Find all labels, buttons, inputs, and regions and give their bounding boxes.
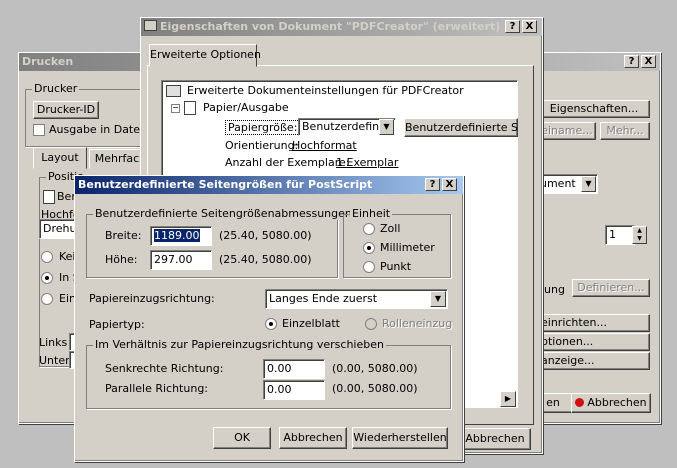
collapse-icon[interactable]: − bbox=[171, 104, 180, 113]
tree-scroll-right-button[interactable]: ▶ bbox=[500, 391, 516, 407]
offset-group-label: Im Verhältnis zur Papiereinzugsrichtung … bbox=[93, 338, 386, 351]
perpendicular-range: (0.00, 5080.00) bbox=[332, 362, 418, 375]
dimensions-group: Benutzerdefinierte Seitengrößenabmessung… bbox=[86, 207, 354, 278]
print-help-button[interactable]: ? bbox=[624, 55, 639, 68]
links-label: Links bbox=[39, 336, 68, 349]
properties-title-text: Eigenschaften von Dokument "PDFCreator" … bbox=[160, 20, 501, 33]
cancel-button[interactable]: Abbrechen bbox=[279, 427, 347, 449]
perpendicular-label: Senkrechte Richtung: bbox=[105, 362, 224, 375]
paper-type-label: Papiertyp: bbox=[89, 318, 145, 331]
print-cancel-button[interactable]: Abbrechen bbox=[571, 393, 651, 413]
unit-zoll-radio[interactable] bbox=[363, 223, 375, 235]
output-to-file-checkbox[interactable] bbox=[33, 124, 45, 136]
copies-spinner[interactable]: ▲ ▼ bbox=[632, 226, 647, 244]
paper-icon bbox=[184, 101, 196, 115]
copies-input[interactable]: 1 bbox=[605, 225, 635, 245]
custom-close-button[interactable]: X bbox=[442, 178, 457, 191]
cancel-icon bbox=[575, 398, 585, 407]
width-input[interactable]: 1189.00 bbox=[150, 226, 212, 246]
radio-in-seite[interactable] bbox=[41, 272, 53, 284]
custom-page-size-dialog: Benutzerdefinierte Seitengrößen für Post… bbox=[74, 175, 464, 462]
tab-layout[interactable]: Layout bbox=[33, 147, 87, 169]
properties-dialog-title: Eigenschaften von Dokument "PDFCreator" … bbox=[141, 18, 542, 36]
paper-size-label: Papiergröße: bbox=[225, 120, 301, 135]
ok-button[interactable]: OK bbox=[213, 427, 271, 449]
single-sheet-radio[interactable] bbox=[265, 318, 277, 330]
printer-id-button[interactable]: Drucker-ID bbox=[33, 101, 99, 119]
paper-size-dropdown-button[interactable]: ▼ bbox=[379, 119, 394, 135]
feed-direction-dropdown-button[interactable]: ▼ bbox=[430, 291, 446, 307]
roll-feed-radio[interactable] bbox=[365, 318, 377, 330]
unit-punkt-radio[interactable] bbox=[363, 261, 375, 273]
more-button[interactable]: Mehr... bbox=[600, 122, 650, 140]
tree-paper-label: Papier/Ausgabe bbox=[203, 101, 289, 114]
unit-zoll-label: Zoll bbox=[380, 222, 401, 235]
width-input-value: 1189.00 bbox=[154, 229, 200, 242]
radio-einpassen[interactable] bbox=[41, 293, 53, 305]
restore-button[interactable]: Wiederherstellen bbox=[352, 427, 448, 449]
single-sheet-label: Einzelblatt bbox=[282, 317, 340, 330]
radio-keine[interactable] bbox=[41, 251, 53, 263]
width-label: Breite: bbox=[105, 229, 142, 242]
height-input[interactable]: 297.00 bbox=[150, 250, 212, 270]
document-dropdown-button[interactable]: ▼ bbox=[581, 176, 596, 192]
print-close-button[interactable]: X bbox=[641, 55, 656, 68]
custom-help-button[interactable]: ? bbox=[425, 178, 440, 191]
width-range: (25.40, 5080.00) bbox=[219, 229, 312, 242]
parallel-range: (0.00, 5080.00) bbox=[332, 382, 418, 395]
dimensions-group-label: Benutzerdefinierte Seitengrößenabmessung… bbox=[93, 207, 354, 220]
filename-button[interactable]: einame... bbox=[538, 122, 596, 140]
unit-group-label: Einheit bbox=[350, 207, 393, 220]
properties-button[interactable]: Eigenschaften... bbox=[538, 100, 650, 118]
feed-direction-label: Papiereinzugsrichtung: bbox=[89, 292, 215, 305]
unit-punkt-label: Punkt bbox=[380, 260, 412, 273]
copies-label: Anzahl der Exemplare: bbox=[225, 156, 350, 169]
properties-close-button[interactable]: X bbox=[522, 20, 537, 33]
height-range: (25.40, 5080.00) bbox=[219, 253, 312, 266]
printer-group-label: Drucker bbox=[32, 82, 80, 95]
copies-value[interactable]: 1 Exemplar bbox=[336, 156, 398, 169]
properties-cancel-button[interactable]: Abbrechen bbox=[459, 428, 531, 450]
custom-dialog-title: Benutzerdefinierte Seitengrößen für Post… bbox=[75, 176, 463, 194]
orientation-label: Orientierung: bbox=[225, 139, 299, 152]
unit-mm-label: Millimeter bbox=[380, 241, 435, 254]
orientation-value[interactable]: Hochformat bbox=[292, 139, 357, 152]
custom-size-button[interactable]: Benutzerdefinierte Sei bbox=[404, 118, 518, 137]
unten-label: Unten bbox=[39, 354, 73, 367]
feed-direction-select[interactable]: Langes Ende zuerst bbox=[265, 289, 448, 309]
printer-icon bbox=[144, 20, 157, 31]
print-cancel-label: Abbrechen bbox=[587, 396, 647, 409]
properties-help-button[interactable]: ? bbox=[505, 20, 520, 33]
height-label: Höhe: bbox=[105, 253, 138, 266]
parallel-input[interactable]: 0.00 bbox=[263, 380, 325, 400]
printer-tree-icon bbox=[166, 85, 181, 97]
output-to-file-label: Ausgabe in Datei: bbox=[49, 123, 147, 136]
perpendicular-input[interactable]: 0.00 bbox=[263, 359, 325, 379]
document-icon bbox=[43, 190, 55, 204]
tab-mehrfach[interactable]: Mehrfac bbox=[89, 149, 145, 169]
tree-root-label: Erweiterte Dokumenteinstellungen für PDF… bbox=[187, 84, 464, 97]
parallel-label: Parallele Richtung: bbox=[105, 382, 209, 395]
define-button[interactable]: Definieren... bbox=[572, 279, 650, 297]
tab-erweiterte-optionen[interactable]: Erweiterte Optionen bbox=[149, 44, 261, 67]
setup-button[interactable]: einrichten... bbox=[538, 314, 650, 332]
lung-label: lung bbox=[541, 283, 565, 296]
roll-feed-label: Rolleneinzug bbox=[382, 317, 453, 330]
options-button[interactable]: ptionen... bbox=[538, 333, 650, 351]
unit-mm-radio[interactable] bbox=[363, 242, 375, 254]
preview-button[interactable]: anzeige... bbox=[538, 352, 650, 370]
